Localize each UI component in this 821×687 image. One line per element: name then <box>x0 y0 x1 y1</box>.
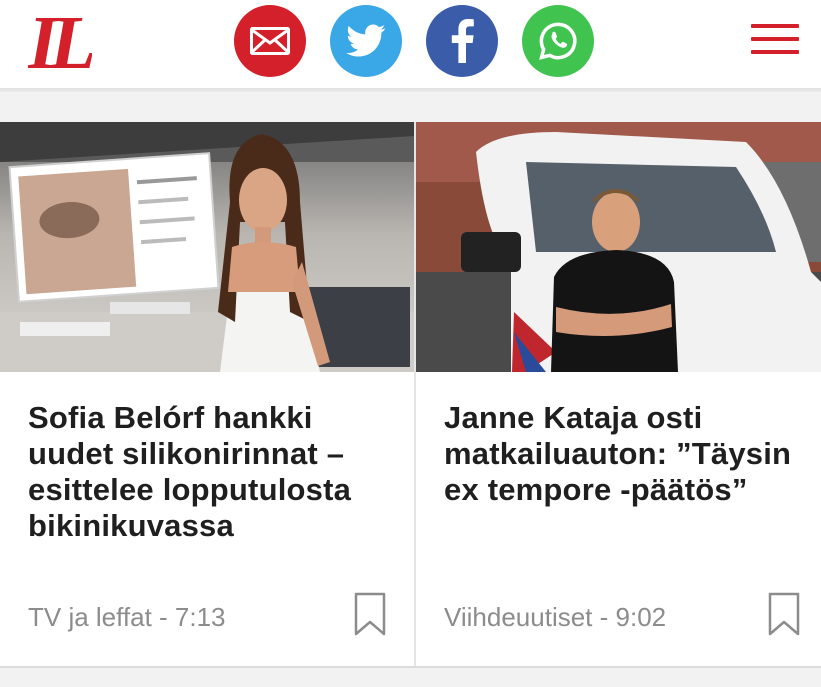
share-email-button[interactable] <box>234 5 306 77</box>
article-card[interactable]: Janne Kataja osti matkailuauton: ”Täysin… <box>416 122 821 666</box>
bookmark-icon[interactable] <box>768 592 800 636</box>
site-header: IL <box>0 0 821 90</box>
share-whatsapp-button[interactable] <box>522 5 594 77</box>
mail-icon <box>250 27 290 55</box>
article-card[interactable]: Sofia Belórf hankki uudet silikonirinnat… <box>0 122 414 666</box>
twitter-icon <box>346 24 386 57</box>
article-image[interactable] <box>416 122 821 372</box>
facebook-icon <box>451 19 474 63</box>
article-headline[interactable]: Janne Kataja osti matkailuauton: ”Täysin… <box>444 400 809 508</box>
hamburger-menu-icon[interactable] <box>751 24 799 56</box>
bookmark-icon[interactable] <box>354 592 386 636</box>
whatsapp-icon <box>539 22 577 60</box>
section-separator <box>0 90 821 124</box>
article-headline[interactable]: Sofia Belórf hankki uudet silikonirinnat… <box>28 400 400 544</box>
section-separator <box>0 666 821 687</box>
article-meta: TV ja leffat - 7:13 <box>28 602 226 632</box>
share-facebook-button[interactable] <box>426 5 498 77</box>
article-meta: Viihdeuutiset - 9:02 <box>444 602 667 632</box>
il-logo[interactable]: IL <box>27 1 102 85</box>
article-image[interactable] <box>0 122 414 372</box>
share-twitter-button[interactable] <box>330 5 402 77</box>
svg-text:IL: IL <box>28 8 92 74</box>
